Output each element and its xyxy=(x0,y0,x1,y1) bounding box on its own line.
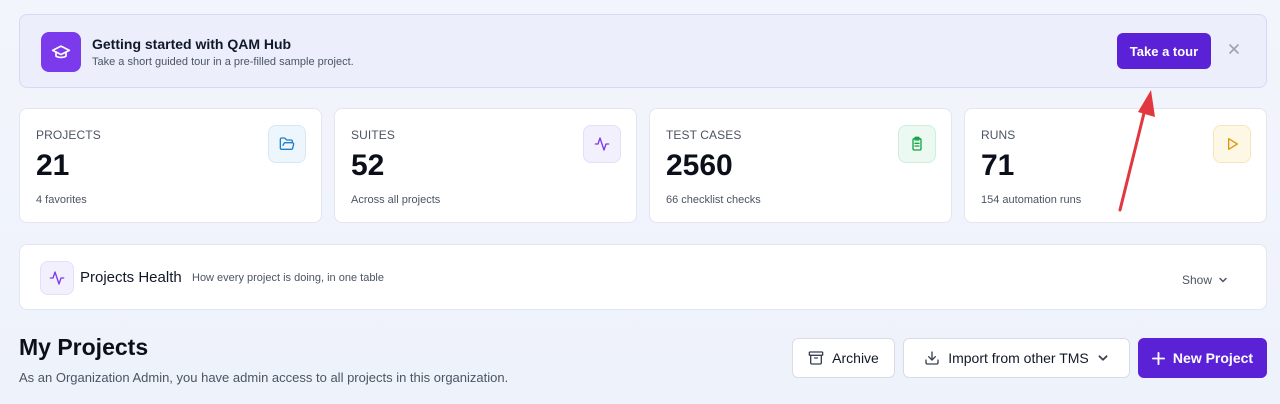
import-button-label: Import from other TMS xyxy=(948,350,1089,366)
stat-label: SUITES xyxy=(351,128,395,142)
clipboard-check-icon xyxy=(898,125,936,163)
health-show-toggle[interactable]: Show xyxy=(1182,273,1228,287)
stat-value: 71 xyxy=(981,149,1015,182)
stat-label: TEST CASES xyxy=(666,128,742,142)
stat-card-test-cases: TEST CASES 2560 66 checklist checks xyxy=(649,108,952,223)
archive-icon xyxy=(808,351,824,365)
stat-subtext: Across all projects xyxy=(351,194,441,206)
page-subtitle: As an Organization Admin, you have admin… xyxy=(19,370,509,385)
graduation-cap-icon xyxy=(41,32,81,72)
chevron-down-icon xyxy=(1219,277,1227,283)
stat-value: 52 xyxy=(351,149,385,182)
page-title: My Projects xyxy=(19,334,149,360)
stat-label: PROJECTS xyxy=(36,128,101,142)
stat-label: RUNS xyxy=(981,128,1016,142)
banner-title: Getting started with QAM Hub xyxy=(92,36,292,52)
stat-card-suites: SUITES 52 Across all projects xyxy=(334,108,637,223)
archive-button[interactable]: Archive xyxy=(792,338,895,378)
getting-started-banner: Getting started with QAM Hub Take a shor… xyxy=(19,14,1267,88)
new-project-button-label: New Project xyxy=(1172,350,1254,366)
health-subtitle: How every project is doing, in one table xyxy=(192,272,384,284)
activity-icon xyxy=(40,261,74,295)
chevron-down-icon xyxy=(1098,355,1108,361)
archive-button-label: Archive xyxy=(832,350,879,366)
stat-value: 21 xyxy=(36,149,70,182)
download-icon xyxy=(925,351,939,365)
activity-icon xyxy=(583,125,621,163)
plus-icon xyxy=(1151,351,1165,365)
stat-card-projects: PROJECTS 21 4 favorites xyxy=(19,108,322,223)
health-show-label: Show xyxy=(1182,273,1213,287)
health-title: Projects Health xyxy=(80,269,182,286)
import-button[interactable]: Import from other TMS xyxy=(903,338,1130,378)
take-a-tour-button[interactable]: Take a tour xyxy=(1117,33,1211,69)
folder-open-icon xyxy=(268,125,306,163)
close-icon[interactable] xyxy=(1226,41,1242,57)
stat-value: 2560 xyxy=(666,149,733,182)
play-icon xyxy=(1213,125,1251,163)
stat-card-runs: RUNS 71 154 automation runs xyxy=(964,108,1267,223)
new-project-button[interactable]: New Project xyxy=(1138,338,1267,378)
projects-health-panel: Projects Health How every project is doi… xyxy=(19,244,1267,310)
stat-subtext: 154 automation runs xyxy=(981,194,1082,206)
stat-subtext: 4 favorites xyxy=(36,194,87,206)
banner-subtitle: Take a short guided tour in a pre-filled… xyxy=(92,56,354,68)
stat-subtext: 66 checklist checks xyxy=(666,194,761,206)
